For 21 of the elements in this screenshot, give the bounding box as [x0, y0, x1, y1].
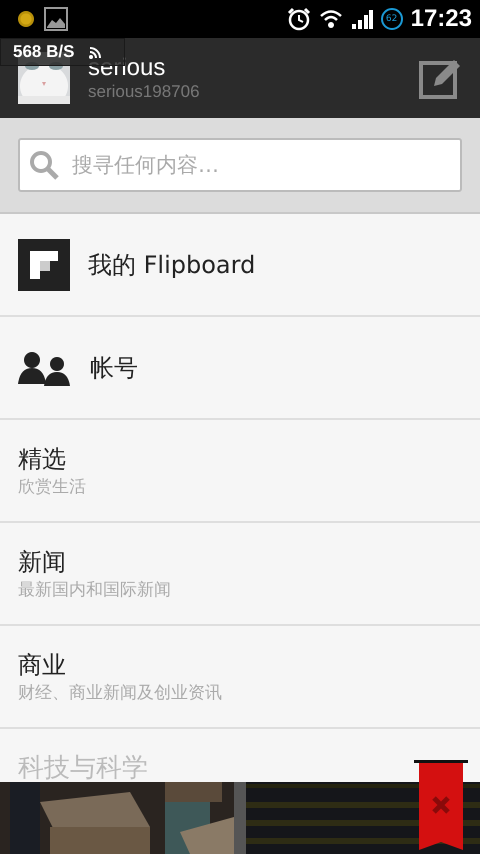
category-subtitle: 最新国内和国际新闻 — [18, 579, 172, 601]
people-icon — [18, 350, 72, 386]
profile-username: serious198706 — [88, 82, 201, 102]
search-field[interactable]: 搜寻任何内容… — [18, 138, 462, 192]
network-speed: 568 B/S — [13, 42, 74, 62]
category-title: 商业 — [18, 650, 67, 681]
category-title: 科技与科学 — [18, 755, 148, 781]
alarm-icon — [286, 7, 311, 31]
category-title: 精选 — [18, 444, 67, 475]
menu-item[interactable]: 帐号 — [0, 317, 480, 420]
clock-time: 17:23 — [410, 5, 472, 33]
image-icon — [44, 7, 68, 31]
signal-icon — [350, 8, 373, 30]
profile-name: serious — [88, 54, 166, 82]
menu-item[interactable]: 我的 Flipboard — [0, 214, 480, 317]
battery-indicator: 62 — [380, 8, 403, 30]
wifi-icon — [318, 8, 343, 30]
category-subtitle: 欣赏生活 — [18, 476, 87, 498]
flipboard-logo-icon — [18, 238, 70, 290]
category-subtitle: 财经、商业新闻及创业资讯 — [18, 682, 223, 704]
category-title: 新闻 — [18, 547, 67, 578]
